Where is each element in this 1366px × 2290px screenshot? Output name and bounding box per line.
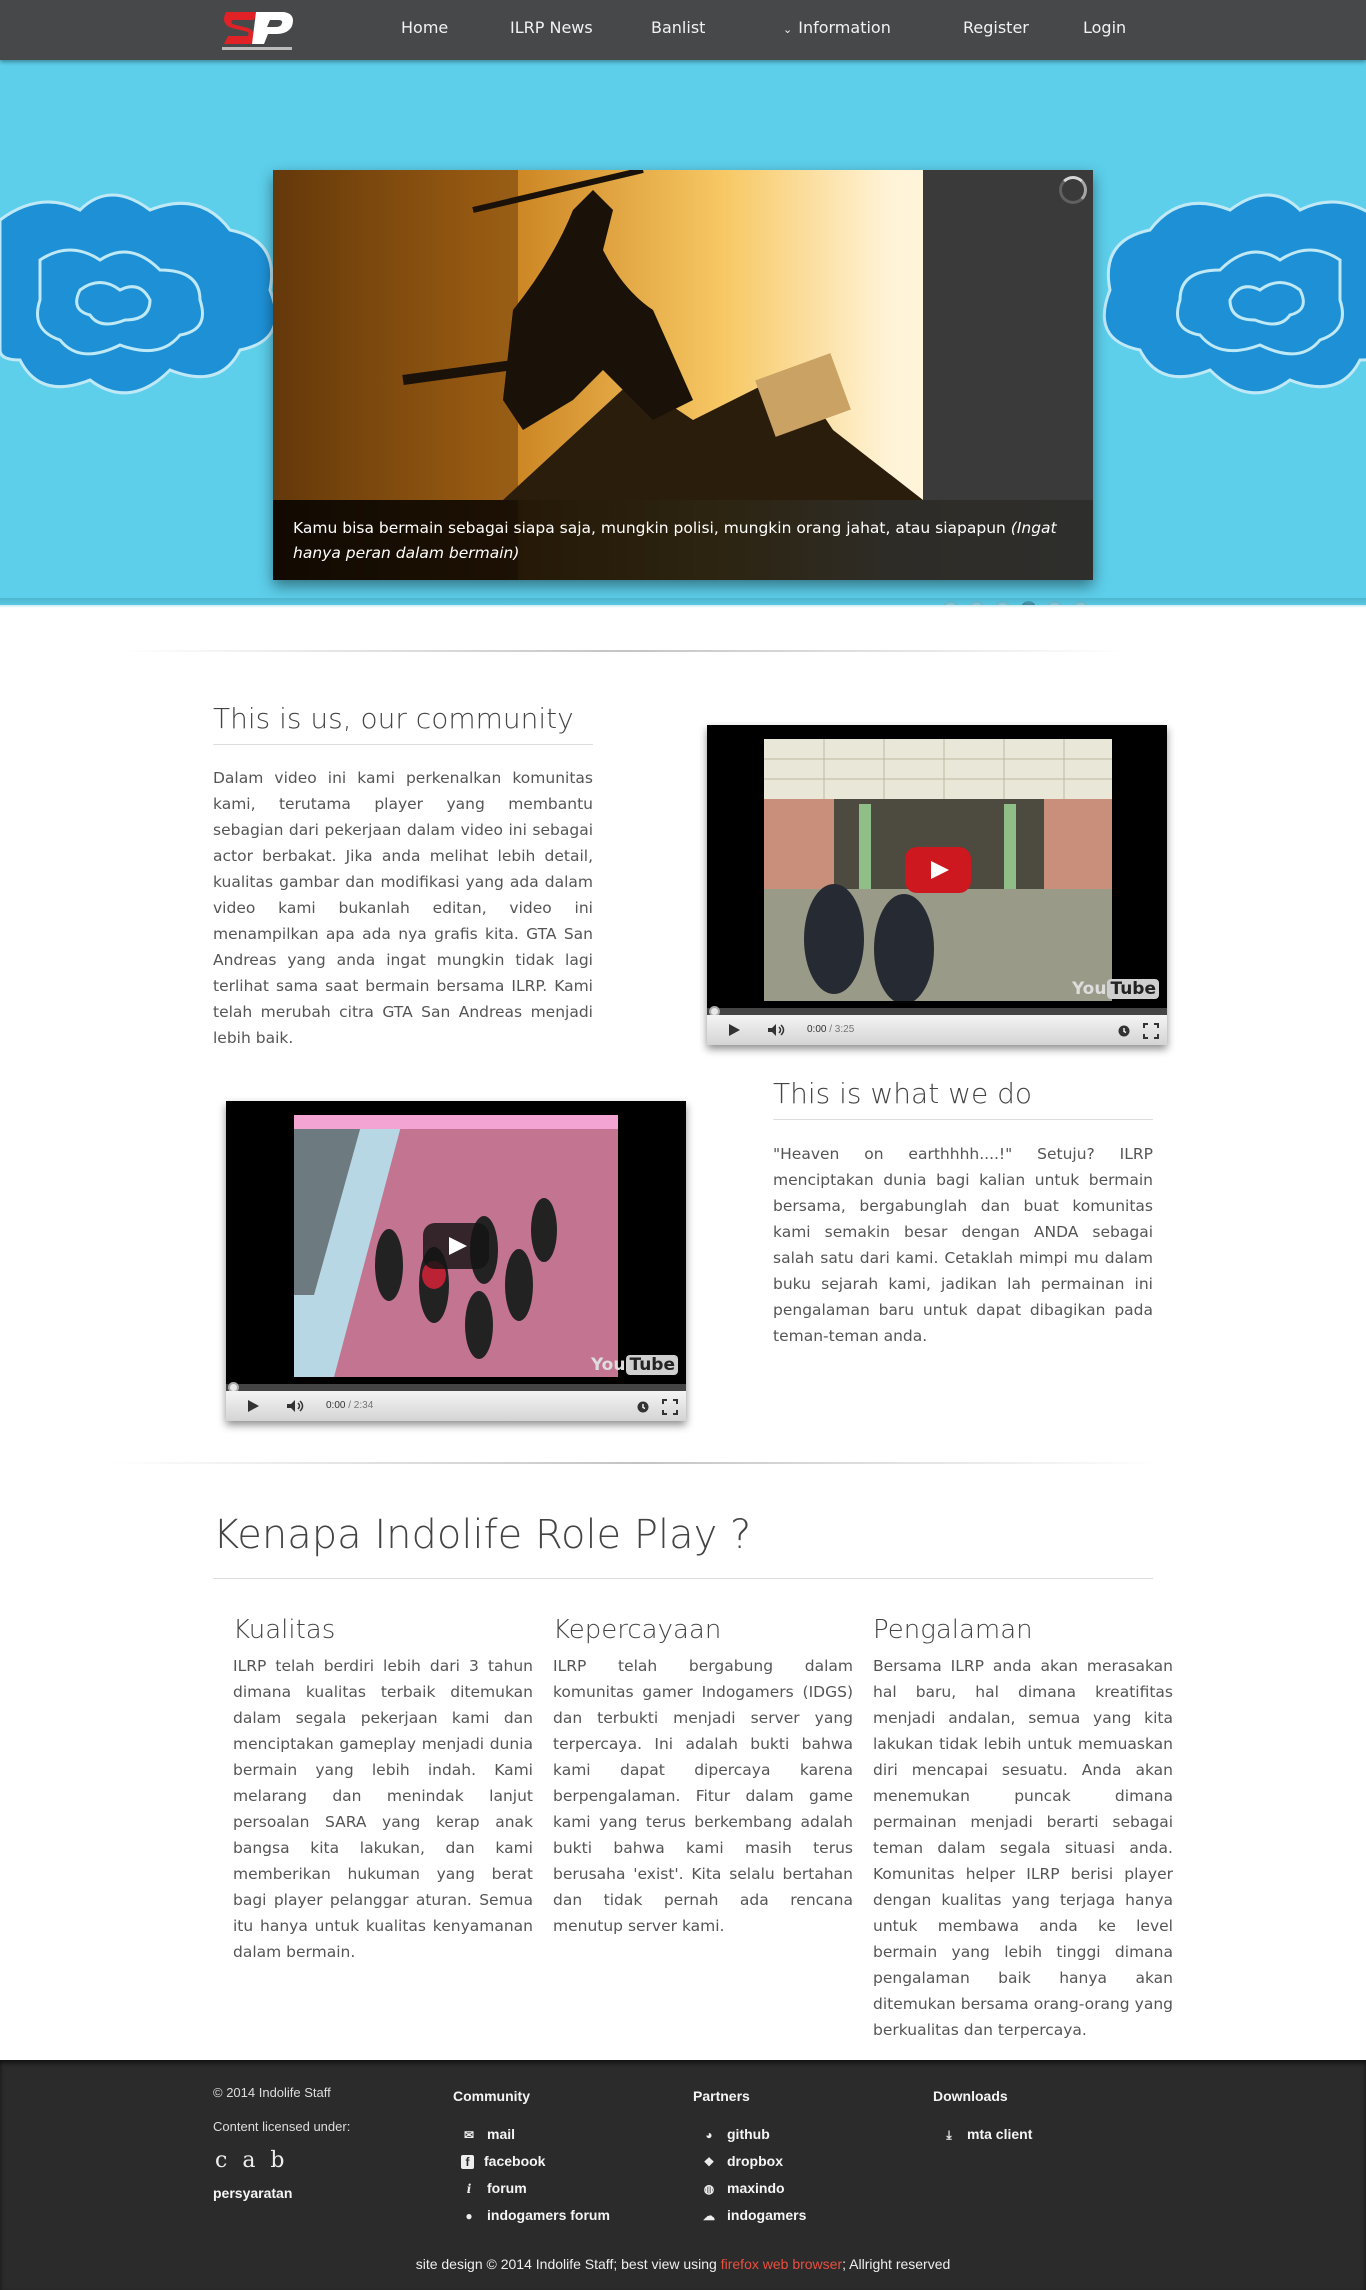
video-controls: 0:00 / 2:34 bbox=[226, 1391, 686, 1421]
play-overlay-icon[interactable] bbox=[423, 1223, 489, 1269]
why-col-title-kepercayaan: Kepercayaan bbox=[553, 1615, 722, 1645]
batik-cloud-right bbox=[1102, 193, 1366, 395]
video-controls: 0:00 / 3:25 bbox=[707, 1015, 1167, 1045]
footer-link-forum[interactable]: i forum bbox=[461, 2180, 527, 2196]
video-duration: / 3:25 bbox=[826, 1024, 855, 1035]
video-current-time: 0:00 bbox=[807, 1024, 827, 1035]
footer-link-dropbox[interactable]: ❖ dropbox bbox=[701, 2153, 783, 2169]
footer-bottom-suffix: ; Allright reserved bbox=[842, 2256, 951, 2272]
footer-bottom-prefix: site design © 2014 Indolife Staff; best … bbox=[415, 2256, 721, 2272]
nav-ilrp-news[interactable]: ILRP News bbox=[510, 18, 593, 37]
footer-link-mta-client[interactable]: ⤓ mta client bbox=[941, 2126, 1032, 2143]
footer-link-maxindo[interactable]: ◍ maxindo bbox=[701, 2180, 785, 2196]
top-navbar: Home ILRP News Banlist ⌄ Information Regi… bbox=[0, 0, 1366, 60]
footer-terms-link[interactable]: persyaratan bbox=[213, 2185, 292, 2201]
why-col-title-kualitas: Kualitas bbox=[233, 1615, 336, 1645]
footer-downloads-heading: Downloads bbox=[933, 2088, 1008, 2104]
slide-caption-text: Kamu bisa bermain sebagai siapa saja, mu… bbox=[293, 519, 1011, 537]
hero-shadow bbox=[0, 598, 1366, 608]
footer-bottom-line: site design © 2014 Indolife Staff; best … bbox=[0, 2256, 1366, 2272]
footer-link-mail[interactable]: ✉ mail bbox=[461, 2126, 515, 2142]
github-icon: ◕ bbox=[705, 2128, 713, 2142]
firefox-link[interactable]: firefox web browser bbox=[721, 2256, 842, 2272]
globe-icon: ◍ bbox=[703, 2182, 715, 2196]
creative-commons-icon[interactable]: c a b bbox=[215, 2148, 289, 2173]
why-col-text-kualitas: ILRP telah berdiri lebih dari 3 tahun di… bbox=[233, 1657, 533, 1961]
video-duration: / 2:34 bbox=[345, 1400, 374, 1411]
hero-slide[interactable]: Kamu bisa bermain sebagai siapa saja, mu… bbox=[273, 170, 1093, 580]
section-divider bbox=[120, 650, 1130, 652]
why-col-title-pengalaman: Pengalaman bbox=[873, 1615, 1033, 1645]
mail-icon: ✉ bbox=[463, 2128, 475, 2142]
section-divider bbox=[110, 1462, 1160, 1464]
play-overlay-icon[interactable] bbox=[905, 847, 971, 893]
volume-icon[interactable] bbox=[286, 1399, 306, 1413]
watch-later-icon[interactable] bbox=[1118, 1025, 1130, 1037]
footer-link-label: dropbox bbox=[727, 2153, 783, 2169]
cloud-icon: ☁ bbox=[703, 2209, 715, 2223]
why-title: Kenapa Indolife Role Play ? bbox=[213, 1512, 752, 1558]
nav-information[interactable]: ⌄ Information bbox=[783, 18, 891, 37]
play-icon[interactable] bbox=[246, 1399, 260, 1413]
footer-link-label: forum bbox=[487, 2180, 527, 2196]
footer-link-indogamers-forum[interactable]: ● indogamers forum bbox=[461, 2207, 610, 2223]
batik-cloud-left bbox=[0, 193, 278, 395]
info-icon: i bbox=[466, 2182, 472, 2196]
whatwedo-video-player[interactable]: You Tube 0:00 / 2:34 bbox=[226, 1101, 686, 1421]
video-time: 0:00 / 3:25 bbox=[807, 1024, 854, 1035]
footer-link-indogamers[interactable]: ☁ indogamers bbox=[701, 2207, 806, 2223]
volume-icon[interactable] bbox=[767, 1023, 787, 1037]
whatwedo-video-frame bbox=[294, 1115, 618, 1377]
video-progress-bar[interactable] bbox=[707, 1008, 1167, 1015]
why-col-text-kepercayaan: ILRP telah bergabung dalam komunitas gam… bbox=[553, 1657, 853, 1935]
footer-link-facebook[interactable]: f facebook bbox=[461, 2153, 545, 2169]
nav-banlist[interactable]: Banlist bbox=[651, 18, 705, 37]
facebook-icon: f bbox=[461, 2155, 474, 2169]
footer-partners-heading: Partners bbox=[693, 2088, 750, 2104]
globe-icon: ● bbox=[465, 2209, 473, 2223]
chevron-down-icon: ⌄ bbox=[783, 23, 793, 36]
youtube-logo-icon[interactable]: You Tube bbox=[591, 1355, 678, 1375]
footer-link-label: maxindo bbox=[727, 2180, 785, 2196]
download-icon: ⤓ bbox=[946, 2128, 952, 2142]
whatwedo-text: "Heaven on earthhhh....!" Setuju? ILRP m… bbox=[773, 1145, 1153, 1345]
video-time: 0:00 / 2:34 bbox=[326, 1400, 373, 1411]
whatwedo-title: This is what we do bbox=[773, 1077, 1032, 1110]
watch-later-icon[interactable] bbox=[637, 1401, 649, 1413]
footer-link-label: indogamers bbox=[727, 2207, 807, 2223]
fullscreen-icon[interactable] bbox=[1143, 1023, 1159, 1039]
why-col-text-pengalaman: Bersama ILRP anda akan merasakan hal bar… bbox=[873, 1657, 1173, 2039]
footer-link-label: indogamers forum bbox=[487, 2207, 610, 2223]
footer-link-github[interactable]: ◕ github bbox=[701, 2126, 770, 2142]
fullscreen-icon[interactable] bbox=[662, 1399, 678, 1415]
site-logo[interactable] bbox=[218, 4, 296, 54]
nav-login[interactable]: Login bbox=[1083, 18, 1126, 37]
community-video-frame bbox=[764, 739, 1112, 1001]
footer-link-label: github bbox=[727, 2126, 770, 2142]
footer-link-label: facebook bbox=[484, 2153, 546, 2169]
nav-information-label: Information bbox=[798, 18, 891, 37]
nav-register[interactable]: Register bbox=[963, 18, 1029, 37]
play-icon[interactable] bbox=[727, 1023, 741, 1037]
hero-banner: Kamu bisa bermain sebagai siapa saja, mu… bbox=[0, 60, 1366, 605]
footer-community-heading: Community bbox=[453, 2088, 530, 2104]
youtube-logo-icon[interactable]: You Tube bbox=[1072, 979, 1159, 999]
video-current-time: 0:00 bbox=[326, 1400, 346, 1411]
footer-license-label: Content licensed under: bbox=[213, 2119, 351, 2134]
dropbox-icon: ❖ bbox=[703, 2155, 715, 2169]
footer-link-label: mta client bbox=[967, 2126, 1033, 2142]
community-text: Dalam video ini kami perkenalkan komunit… bbox=[213, 769, 593, 1047]
footer-copyright: © 2014 Indolife Staff bbox=[213, 2085, 331, 2100]
community-title-rule bbox=[213, 744, 593, 745]
loading-spinner-icon bbox=[1059, 176, 1087, 204]
nav-home[interactable]: Home bbox=[401, 18, 448, 37]
video-progress-bar[interactable] bbox=[226, 1384, 686, 1391]
community-title: This is us, our community bbox=[213, 702, 574, 735]
community-video-player[interactable]: You Tube 0:00 / 3:25 bbox=[707, 725, 1167, 1045]
slide-caption: Kamu bisa bermain sebagai siapa saja, mu… bbox=[273, 500, 1093, 580]
why-title-rule bbox=[213, 1578, 1153, 1579]
footer-link-label: mail bbox=[487, 2126, 516, 2142]
whatwedo-title-rule bbox=[773, 1119, 1153, 1120]
